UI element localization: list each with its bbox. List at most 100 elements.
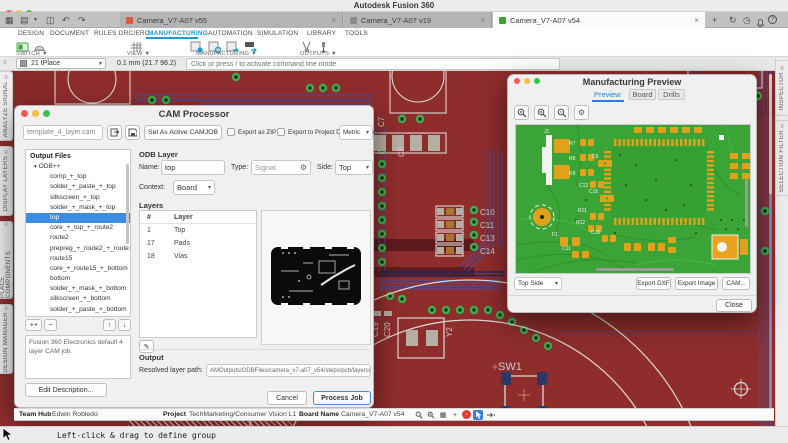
- save-camjob-button[interactable]: [125, 125, 140, 140]
- menu-document[interactable]: DOCUMENT: [50, 30, 89, 37]
- preview-horizontal-scrollbar[interactable]: [596, 268, 674, 271]
- remove-output-button[interactable]: −: [44, 319, 57, 331]
- zoom-in-button[interactable]: [534, 105, 549, 120]
- route-walkthrough-icon[interactable]: [485, 410, 495, 420]
- zoom-fit-button[interactable]: [514, 105, 529, 120]
- canvas-vertical-scrollbar[interactable]: [769, 74, 772, 410]
- tab-camera-v54[interactable]: Camera_V7-A07 v54 ×: [493, 12, 705, 28]
- tree-item[interactable]: silkscreen_+_top: [26, 193, 130, 203]
- preview-vertical-scrollbar[interactable]: [745, 179, 748, 227]
- panel-titlebar[interactable]: Manufacturing Preview: [508, 75, 756, 88]
- close-tab-icon[interactable]: ×: [331, 16, 336, 25]
- edit-description-button[interactable]: Edit Description...: [25, 383, 107, 397]
- file-menu-icon[interactable]: ▤: [20, 12, 29, 28]
- data-panel-icon[interactable]: ▦: [5, 12, 14, 28]
- gear-icon[interactable]: ⚙: [300, 163, 307, 172]
- tree-item[interactable]: comp_+_top: [26, 172, 130, 182]
- tree-item[interactable]: silkscreen_+_bottom: [26, 294, 130, 304]
- tree-item[interactable]: core_+_route15_+_bottom: [26, 264, 130, 274]
- dock-tab-analyze-signal[interactable]: ≡ ANALYZE SIGNAL: [0, 71, 13, 141]
- side-select[interactable]: Top ▾: [335, 160, 373, 175]
- file-menu-caret-icon[interactable]: ▾: [34, 12, 37, 28]
- tree-item[interactable]: solder_+_mask_+_bottom: [26, 284, 130, 294]
- layer-type-field[interactable]: Signal ⚙: [251, 160, 311, 175]
- layers-table-row[interactable]: 18 Vias: [140, 250, 256, 263]
- process-job-button[interactable]: Process Job: [313, 391, 371, 405]
- menu-manufacturing[interactable]: MANUFACTURING: [148, 30, 208, 37]
- zoom-select-icon[interactable]: [426, 410, 436, 420]
- preview-settings-gear-button[interactable]: ⚙: [574, 105, 589, 120]
- save-icon[interactable]: ◫: [46, 12, 55, 28]
- dock-tab-display-layers[interactable]: ≡ DISPLAY LAYERS: [0, 146, 13, 216]
- export-image-button[interactable]: Export Image: [675, 277, 718, 290]
- export-dxf-button[interactable]: Export DXF: [636, 277, 671, 290]
- dialog-titlebar[interactable]: CAM Processor: [15, 106, 373, 121]
- tab-drills[interactable]: Drills: [658, 89, 685, 100]
- tree-item-selected[interactable]: top: [26, 213, 130, 223]
- units-select[interactable]: Metric ▾: [339, 125, 373, 140]
- resolved-path-field[interactable]: AMOutputs/ODBFiles/camera_v7-a07_v54/ste…: [206, 364, 371, 377]
- tree-item[interactable]: route2: [26, 233, 130, 243]
- menu-library[interactable]: LIBRARY: [307, 30, 336, 37]
- tree-item[interactable]: prepreg_+_route2_+_route15: [26, 244, 130, 254]
- layer-select[interactable]: 21 tPlace ▾: [16, 58, 106, 69]
- set-active-camjob-button[interactable]: Set As Active CAMJOB: [144, 125, 222, 140]
- add-output-button[interactable]: +▾: [25, 319, 42, 331]
- edit-layers-pencil-button[interactable]: ✎: [139, 340, 154, 353]
- side-view-select[interactable]: Top Side ▾: [514, 277, 562, 290]
- job-status-icon[interactable]: ◷: [743, 12, 751, 28]
- stop-icon[interactable]: −: [462, 410, 471, 419]
- dock-tab-place-components[interactable]: ≡ PLACE COMPONENTS: [0, 221, 13, 299]
- job-description-box[interactable]: Fusion 360 Electronics default 4 layer C…: [25, 335, 131, 379]
- tree-item[interactable]: bottom: [26, 274, 130, 284]
- tab-board[interactable]: Board: [629, 89, 656, 100]
- move-down-button[interactable]: ↓: [118, 319, 131, 331]
- export-zip-checkbox[interactable]: [227, 128, 235, 136]
- disclosure-triangle-icon[interactable]: ▾: [34, 164, 37, 170]
- undo-icon[interactable]: ↶: [62, 12, 70, 28]
- grid-icon[interactable]: ▦: [438, 410, 448, 420]
- dock-tab-inspector[interactable]: ≡ INSPECTOR: [775, 60, 788, 116]
- tab-camera-v19[interactable]: Camera_V7-A07 v19 ×: [344, 12, 492, 28]
- zoom-out-button[interactable]: [554, 105, 569, 120]
- dock-tab-selection-filter[interactable]: ≡ SELECTION FILTER: [775, 120, 788, 196]
- menu-rules[interactable]: RULES DRC/ERC: [94, 30, 150, 37]
- layers-table-row[interactable]: 1 Top: [140, 224, 256, 237]
- tree-item[interactable]: route15: [26, 254, 130, 264]
- sync-icon[interactable]: ↻: [729, 12, 737, 28]
- menu-simulation[interactable]: SIMULATION: [257, 30, 298, 37]
- layer-name-field[interactable]: top: [161, 160, 225, 175]
- tree-item[interactable]: solder_+_paste_+_bottom: [26, 305, 130, 315]
- tree-root-odb[interactable]: ▾ ODB++: [26, 162, 130, 172]
- load-camjob-button[interactable]: [107, 125, 122, 140]
- help-icon[interactable]: ?: [768, 15, 777, 24]
- tree-item[interactable]: solder_+_paste_+_top: [26, 182, 130, 192]
- menu-automation[interactable]: AUTOMATION: [208, 30, 253, 37]
- layers-table-row[interactable]: 17 Pads: [140, 237, 256, 250]
- zoom-fit-icon[interactable]: [414, 410, 424, 420]
- export-dir-checkbox[interactable]: [277, 128, 285, 136]
- menu-design[interactable]: DESIGN: [18, 30, 44, 37]
- tree-item[interactable]: core_+_top_+_route2: [26, 223, 130, 233]
- menu-tools[interactable]: TOOLS: [345, 30, 368, 37]
- board-preview-viewport[interactable]: J1 R7 R8 R9 C9 C12 C15 R11 R12 C16 F1 C1…: [515, 124, 751, 274]
- redo-icon[interactable]: ↷: [78, 12, 86, 28]
- cancel-button[interactable]: Cancel: [267, 391, 307, 405]
- tree-item[interactable]: comp_+_bot: [26, 315, 130, 317]
- tree-scrollbar[interactable]: [126, 164, 129, 244]
- cam-button[interactable]: CAM...: [722, 277, 750, 290]
- tab-preview[interactable]: Preview: [594, 90, 621, 99]
- cam-file-field[interactable]: template_4_layer.cam: [23, 125, 103, 140]
- close-tab-icon[interactable]: ×: [480, 16, 485, 25]
- add-icon[interactable]: +: [450, 410, 460, 420]
- select-cursor-icon[interactable]: [473, 410, 483, 420]
- new-tab-icon[interactable]: +: [712, 12, 717, 28]
- dock-tab-design-manager[interactable]: ≡ DESIGN MANAGER: [0, 304, 13, 374]
- close-button[interactable]: Close: [716, 299, 752, 312]
- context-select[interactable]: Board ▾: [173, 180, 215, 195]
- panel-grip-icon[interactable]: ≡: [3, 60, 7, 66]
- tree-item[interactable]: solder_+_mask_+_top: [26, 203, 130, 213]
- tab-camera-v55[interactable]: Camera_V7-A07 v55 ×: [120, 12, 343, 28]
- command-line-input[interactable]: [186, 58, 560, 70]
- move-up-button[interactable]: ↑: [103, 319, 116, 331]
